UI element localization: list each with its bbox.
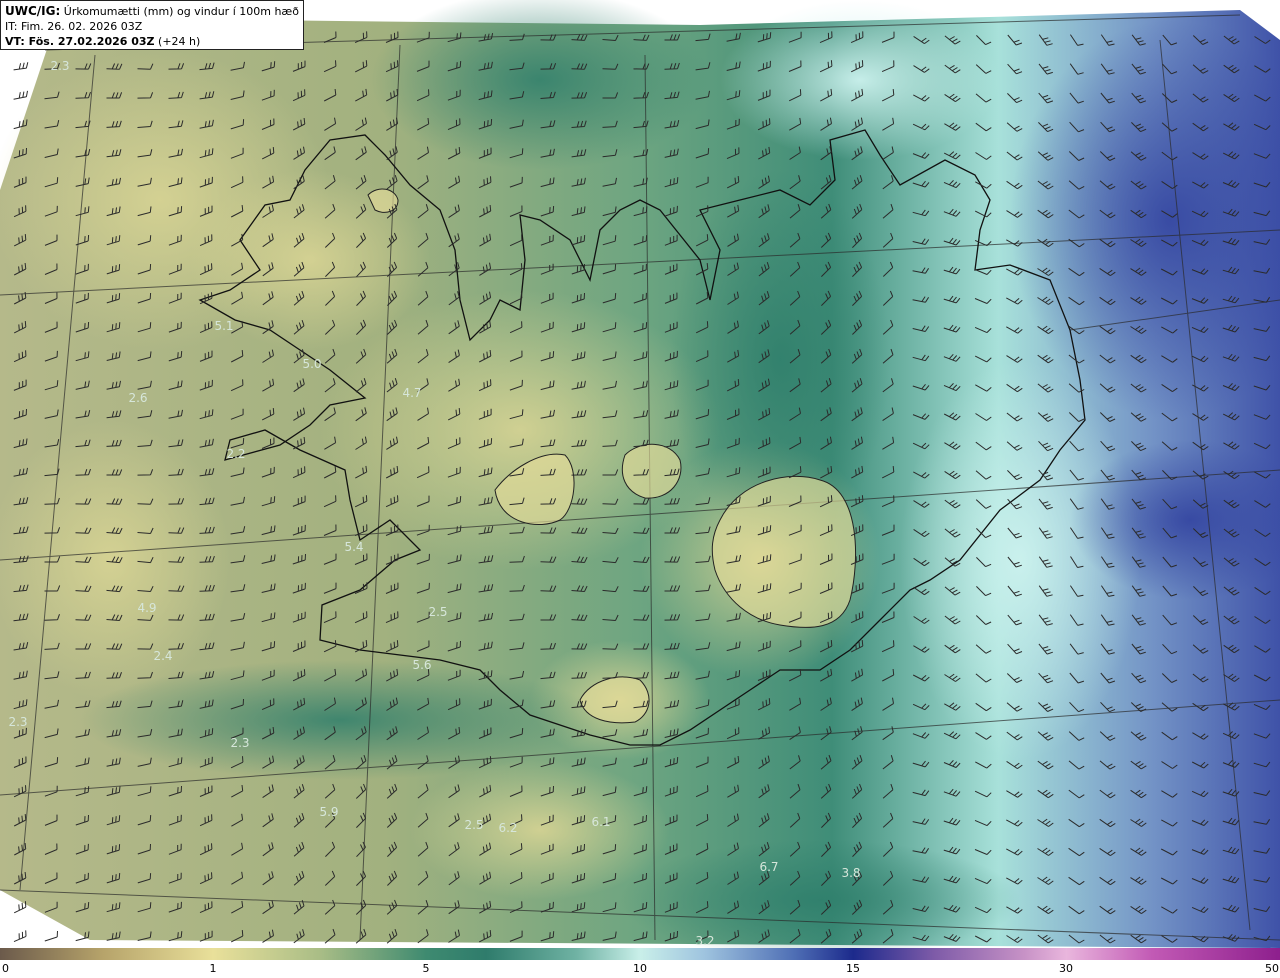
init-time: IT: Fim. 26. 02. 2026 03Z <box>5 20 143 33</box>
wind-barb <box>13 62 29 71</box>
value-label: 2.4 <box>153 649 172 663</box>
map-title-box: UWC/IG: Úrkomumætti (mm) og vindur í 100… <box>0 0 304 50</box>
colorbar-tick: 5 <box>422 962 430 975</box>
valid-time-line: VT: Fös. 27.02.2026 03Z (+24 h) <box>5 34 299 49</box>
title-line: UWC/IG: Úrkomumætti (mm) og vindur í 100… <box>5 4 299 19</box>
colorbar-tick: 0 <box>2 962 9 975</box>
model-name: UWC/IG: <box>5 4 61 18</box>
value-label: 2.2 <box>226 447 245 461</box>
value-label: 3.8 <box>841 866 860 880</box>
value-label: 5.0 <box>302 357 321 371</box>
wind-barb <box>13 90 28 100</box>
valid-time: VT: Fös. 27.02.2026 03Z <box>5 35 155 48</box>
value-label: 2.5 <box>464 818 483 832</box>
value-label: 5.1 <box>214 319 233 333</box>
value-label: 5.9 <box>319 805 338 819</box>
value-label: 6.7 <box>759 860 778 874</box>
colorbar-tick: 1 <box>209 962 217 975</box>
value-label: 4.7 <box>402 386 421 400</box>
field-description: Úrkomumætti (mm) og vindur í 100m hæð <box>63 5 299 18</box>
value-label: 6.1 <box>591 815 610 829</box>
precipitation-map: 2.3 5.1 5.0 4.7 2.6 2.2 5.4 4.9 2.4 2.5 … <box>0 0 1280 948</box>
colorbar-tick: 50 <box>1265 962 1279 975</box>
value-label: 3.2 <box>695 934 714 948</box>
colorbar-tick: 10 <box>633 962 647 975</box>
value-label: 2.5 <box>428 605 447 619</box>
colorbar-tick: 15 <box>846 962 860 975</box>
value-label: 2.3 <box>8 715 27 729</box>
value-label: 6.2 <box>498 821 517 835</box>
value-label: 2.3 <box>50 59 69 73</box>
value-label: 2.6 <box>128 391 147 405</box>
colorbar-gradient <box>0 948 1280 960</box>
colorbar-tick: 30 <box>1059 962 1073 975</box>
value-label: 2.3 <box>230 736 249 750</box>
colorbar: 0 1 5 10 15 30 50 <box>0 948 1280 978</box>
value-label: 5.6 <box>412 658 431 672</box>
value-label: 5.4 <box>344 540 363 554</box>
wind-barb <box>13 930 27 943</box>
wind-barb <box>44 930 58 942</box>
value-label: 4.9 <box>137 601 156 615</box>
lead-time: (+24 h) <box>158 35 201 48</box>
